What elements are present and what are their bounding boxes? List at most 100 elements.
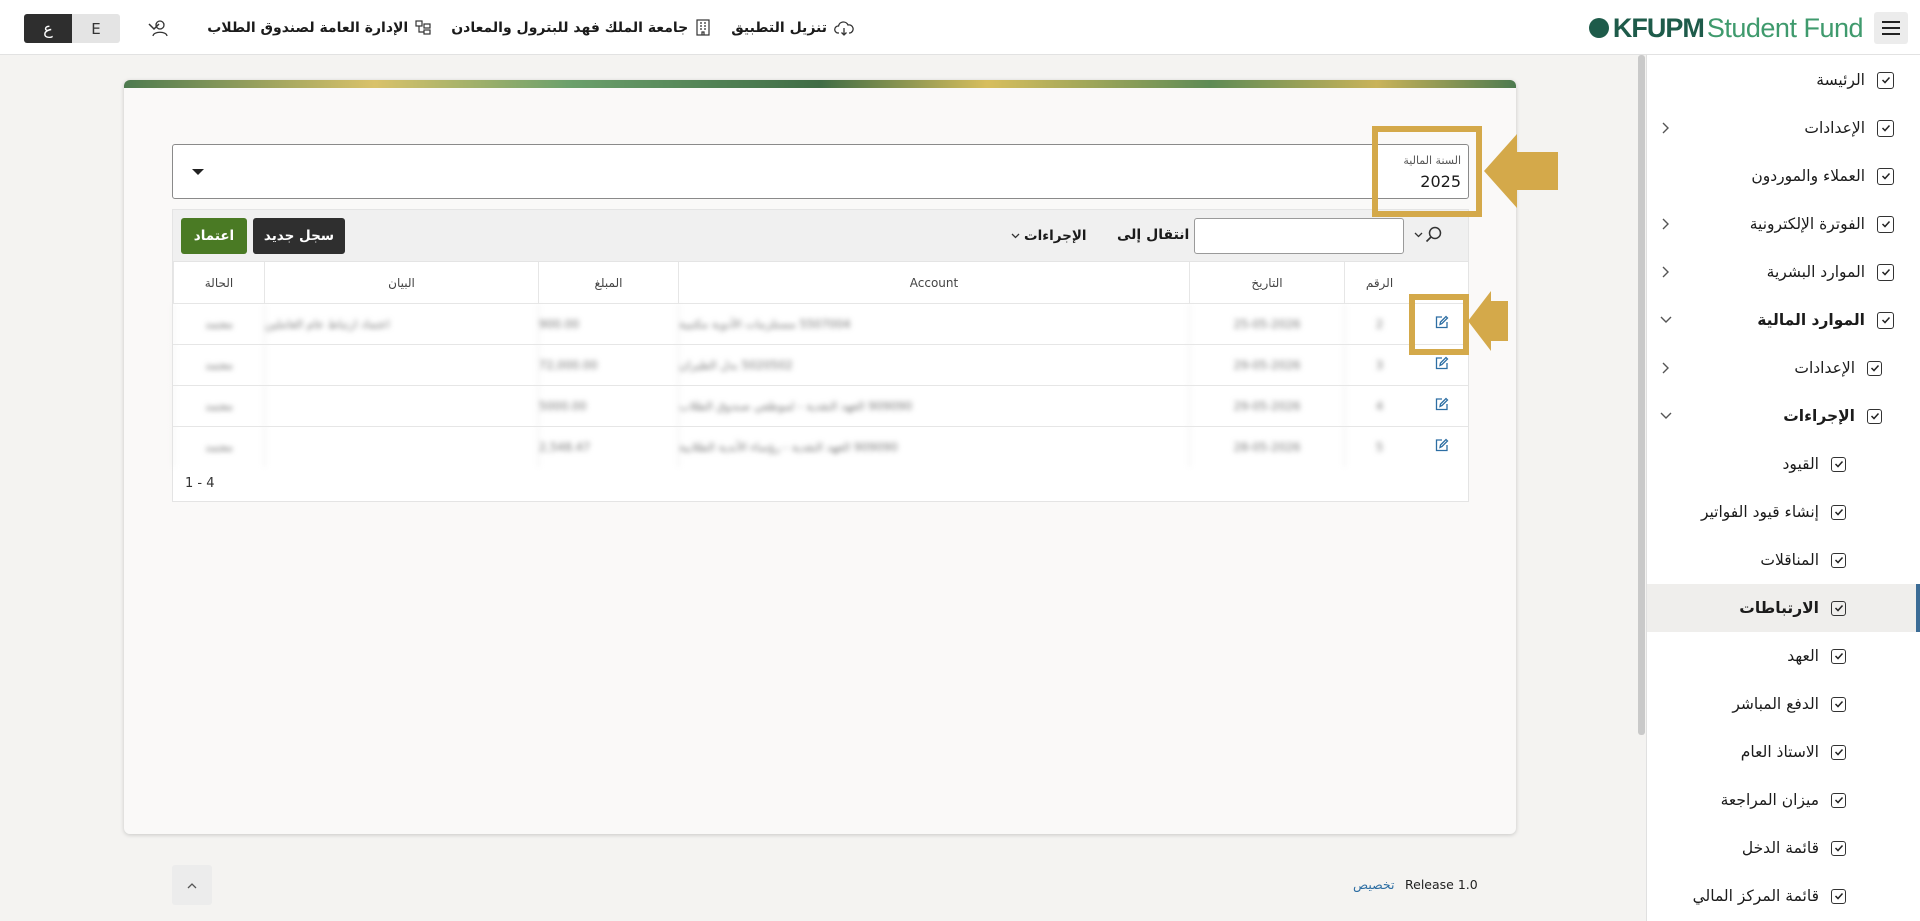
table-row[interactable]: 3 29-05-2026 5020502 بدل الطيران 72,000.00 م… xyxy=(173,344,1468,385)
sidebar-item[interactable]: ميزان المراجعة xyxy=(1647,776,1920,824)
sidebar-item[interactable]: الإجراءات xyxy=(1647,392,1920,440)
org-chart-icon xyxy=(415,19,431,35)
col-header-number[interactable]: الرقم xyxy=(1344,262,1414,303)
search-column-selector[interactable] xyxy=(1414,226,1442,243)
col-header-account[interactable]: Account xyxy=(678,262,1189,303)
cell-number: 2 xyxy=(1344,304,1414,344)
sidebar-item[interactable]: المناقلات xyxy=(1647,536,1920,584)
sidebar-item[interactable]: قائمة المركز المالي xyxy=(1647,872,1920,920)
sidebar-item[interactable]: إنشاء قيود الفواتير xyxy=(1647,488,1920,536)
cell-amount: 900.00 xyxy=(538,304,678,344)
checkbox-icon xyxy=(1877,263,1894,281)
cell-amount: 2,548.47 xyxy=(538,427,678,467)
col-header-status[interactable]: الحالة xyxy=(173,262,264,303)
lang-english-button[interactable]: E xyxy=(72,14,120,43)
cell-description xyxy=(264,386,538,426)
chevron-down-icon xyxy=(1414,232,1423,237)
lang-arabic-button[interactable]: ع xyxy=(24,14,72,43)
lang-dropdown-toggle[interactable] xyxy=(144,17,164,37)
sidebar-scrollbar[interactable] xyxy=(1638,55,1645,735)
cell-date: 29-05-2026 xyxy=(1189,386,1344,426)
sidebar-item[interactable]: الارتباطات xyxy=(1647,584,1920,632)
approve-button[interactable]: اعتماد xyxy=(181,218,247,254)
language-switch: ع E xyxy=(24,14,120,43)
chevron-down-icon[interactable] xyxy=(1658,408,1674,424)
edit-icon xyxy=(1434,397,1449,416)
actions-label: الإجراءات xyxy=(1024,228,1087,244)
actions-menu-button[interactable]: الإجراءات xyxy=(1011,228,1087,244)
sidebar-item[interactable]: الموارد المالية xyxy=(1647,296,1920,344)
fiscal-year-select[interactable]: السنة المالية 2025 xyxy=(172,144,1469,199)
chevron-down-icon xyxy=(1011,233,1020,239)
menu-toggle-button[interactable] xyxy=(1874,12,1908,44)
cell-description xyxy=(264,345,538,385)
cell-number: 3 xyxy=(1344,345,1414,385)
checkbox-icon xyxy=(1831,456,1846,472)
chevron-down-icon[interactable] xyxy=(1658,312,1674,328)
chevron-left-icon[interactable] xyxy=(1658,120,1674,136)
checkbox-icon xyxy=(1831,792,1846,808)
checkbox-icon xyxy=(1831,696,1846,712)
sidebar-item[interactable]: العهد xyxy=(1647,632,1920,680)
table-row[interactable]: 4 29-05-2026 909090 العهد النقدية - لموظفي… xyxy=(173,385,1468,426)
caret-down-icon xyxy=(192,169,204,175)
new-record-button[interactable]: سجل جديد xyxy=(253,218,345,254)
edit-row-button[interactable] xyxy=(1414,386,1468,426)
checkbox-icon xyxy=(1877,311,1894,329)
sidebar-item-label: الإعدادات xyxy=(1794,359,1855,377)
sidebar-item[interactable]: العملاء والموردون xyxy=(1647,152,1920,200)
col-header-amount[interactable]: المبلغ xyxy=(538,262,678,303)
department-link[interactable]: الإدارة العامة لصندوق الطلاب xyxy=(207,20,431,36)
cell-account: 5507004 مستلزمات الأدوية مكتبية xyxy=(678,304,1189,344)
chevron-left-icon[interactable] xyxy=(1658,216,1674,232)
col-header-date[interactable]: التاريخ xyxy=(1189,262,1344,303)
pagination-info: 1 - 4 xyxy=(185,476,215,491)
edit-row-button[interactable] xyxy=(1414,427,1468,467)
sidebar-item-label: المناقلات xyxy=(1760,551,1819,569)
building-icon xyxy=(696,19,710,36)
sidebar-item[interactable]: الدفع المباشر xyxy=(1647,680,1920,728)
sidebar-item[interactable]: قائمة الدخل xyxy=(1647,824,1920,872)
customize-link[interactable]: تخصيص xyxy=(1353,877,1394,892)
sidebar-item[interactable]: الرئيسة xyxy=(1647,56,1920,104)
cell-date: 25-05-2026 xyxy=(1189,304,1344,344)
checkbox-icon xyxy=(1877,215,1894,233)
university-link[interactable]: جامعة الملك فهد للبترول والمعادن xyxy=(451,19,711,36)
col-header-description[interactable]: البيان xyxy=(264,262,538,303)
edit-icon xyxy=(1434,438,1449,457)
cell-number: 5 xyxy=(1344,427,1414,467)
download-app-link[interactable]: تنزيل التطبيق xyxy=(731,20,854,36)
scroll-to-top-button[interactable] xyxy=(172,865,212,905)
sidebar-item[interactable]: الإعدادات xyxy=(1647,344,1920,392)
sidebar-item[interactable]: الاستاذ العام xyxy=(1647,728,1920,776)
cell-amount: 5000.00 xyxy=(538,386,678,426)
app-logo[interactable]: KFUPM Student Fund xyxy=(1588,12,1864,44)
goto-button[interactable]: انتقال إلى xyxy=(1117,227,1189,243)
table-row[interactable]: 2 25-05-2026 5507004 مستلزمات الأدوية مكتب… xyxy=(173,303,1468,344)
cell-status: معتمد xyxy=(173,304,264,344)
checkbox-icon xyxy=(1831,504,1846,520)
sidebar-item-label: العملاء والموردون xyxy=(1751,167,1865,185)
sidebar-item[interactable]: الإعدادات xyxy=(1647,104,1920,152)
cell-status: معتمد xyxy=(173,427,264,467)
edit-icon xyxy=(1434,356,1449,375)
checkbox-icon xyxy=(1877,119,1894,137)
cell-account: 909090 العهد النقدية - لموظفي صندوق الطل… xyxy=(678,386,1189,426)
sidebar-item[interactable]: الموارد البشرية xyxy=(1647,248,1920,296)
nav-sidebar: الرئيسة الإعدادات العملاء والموردون الفوترة… xyxy=(1646,55,1920,921)
grid-search-input[interactable] xyxy=(1194,218,1404,254)
cell-account: 5020502 بدل الطيران xyxy=(678,345,1189,385)
sidebar-item[interactable]: الفوترة الإلكترونية xyxy=(1647,200,1920,248)
checkbox-icon xyxy=(1831,888,1846,904)
search-icon xyxy=(1425,226,1442,243)
chevron-left-icon[interactable] xyxy=(1658,360,1674,376)
logo-kfupm-text: KFUPM xyxy=(1612,12,1705,43)
checkbox-icon xyxy=(1831,744,1846,760)
highlight-box-fiscal-year xyxy=(1372,126,1482,217)
chevron-left-icon[interactable] xyxy=(1658,264,1674,280)
cell-amount: 72,000.00 xyxy=(538,345,678,385)
checkbox-icon xyxy=(1831,600,1846,616)
header-links: تنزيل التطبيق جامعة الملك فهد للبترول وا… xyxy=(151,0,854,55)
table-row[interactable]: 5 28-05-2026 909090 العهد النقدية - رؤساء … xyxy=(173,426,1468,467)
sidebar-item[interactable]: القيود xyxy=(1647,440,1920,488)
